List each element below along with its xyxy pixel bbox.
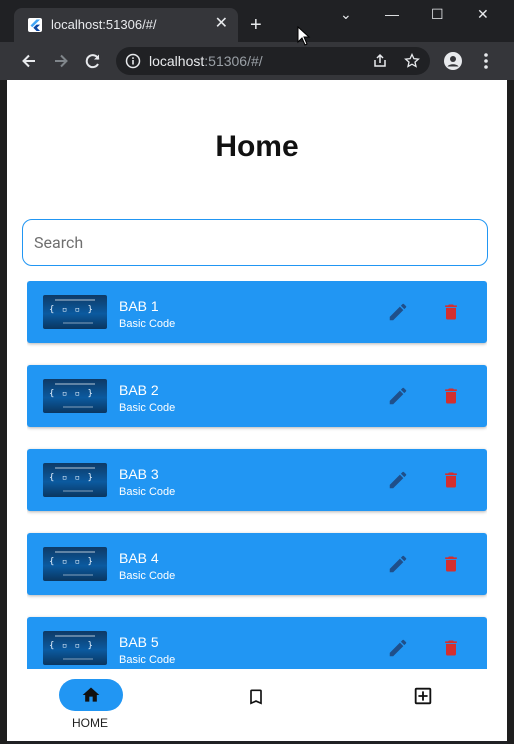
minimize-button[interactable]: — (385, 6, 399, 22)
delete-trash-icon[interactable] (441, 469, 461, 491)
nav-home-indicator (59, 679, 123, 711)
nav-home[interactable]: HOME (7, 669, 173, 741)
item-title: BAB 1 (119, 298, 159, 314)
code-thumbnail: { ▫ ▫ } (43, 631, 107, 665)
add-box-icon (414, 687, 432, 705)
delete-trash-icon[interactable] (441, 553, 461, 575)
maximize-button[interactable]: ☐ (431, 6, 444, 23)
item-title: BAB 3 (119, 466, 159, 482)
back-arrow-icon[interactable] (19, 51, 39, 71)
nav-bookmarks[interactable] (173, 669, 339, 741)
background-editor-right (507, 80, 514, 744)
forward-arrow-icon[interactable] (51, 51, 71, 71)
url-host: localhost (149, 53, 205, 69)
new-tab-button[interactable]: + (250, 15, 262, 35)
item-title: BAB 4 (119, 550, 159, 566)
mouse-cursor-icon (297, 26, 311, 46)
close-window-button[interactable]: ✕ (477, 6, 489, 23)
background-editor-left (0, 80, 7, 744)
item-subtitle: Basic Code (119, 570, 176, 582)
delete-trash-icon[interactable] (441, 637, 461, 659)
url-path: :51306/#/ (204, 53, 263, 69)
item-subtitle: Basic Code (119, 486, 176, 498)
nav-add[interactable] (339, 669, 505, 741)
search-input[interactable] (22, 219, 488, 266)
reload-icon[interactable] (83, 51, 103, 71)
item-subtitle: Basic Code (119, 402, 176, 414)
title-bar: localhost:51306/#/ ✕ + ⌄ — ☐ ✕ (0, 0, 514, 42)
browser-menu-icon[interactable] (476, 51, 496, 71)
tab-close-icon[interactable]: ✕ (215, 15, 228, 33)
edit-pencil-icon[interactable] (387, 469, 409, 491)
bookmark-star-icon[interactable] (404, 53, 420, 69)
site-info-icon[interactable] (125, 53, 141, 69)
share-icon[interactable] (372, 53, 388, 69)
edit-pencil-icon[interactable] (387, 385, 409, 407)
item-title: BAB 2 (119, 382, 159, 398)
delete-trash-icon[interactable] (441, 385, 461, 407)
edit-pencil-icon[interactable] (387, 301, 409, 323)
bottom-navigation-bar: HOME (7, 669, 507, 741)
delete-trash-icon[interactable] (441, 301, 461, 323)
browser-toolbar: localhost:51306/#/ (0, 42, 514, 80)
code-thumbnail: { ▫ ▫ } (43, 547, 107, 581)
tab-title: localhost:51306/#/ (51, 17, 157, 32)
address-bar[interactable]: localhost:51306/#/ (116, 47, 430, 75)
item-subtitle: Basic Code (119, 654, 176, 666)
edit-pencil-icon[interactable] (387, 637, 409, 659)
list-item[interactable]: { ▫ ▫ } BAB 3 Basic Code (27, 449, 487, 511)
edit-pencil-icon[interactable] (387, 553, 409, 575)
nav-home-label: HOME (72, 716, 108, 730)
profile-avatar-icon[interactable] (443, 51, 463, 71)
item-subtitle: Basic Code (119, 318, 176, 330)
bookmark-icon (250, 689, 262, 705)
chapter-list: { ▫ ▫ } BAB 1 Basic Code { ▫ ▫ } BAB 2 B… (27, 281, 487, 669)
item-title: BAB 5 (119, 634, 159, 650)
code-thumbnail: { ▫ ▫ } (43, 463, 107, 497)
app-viewport: Home { ▫ ▫ } BAB 1 Basic Code { ▫ ▫ } BA… (7, 80, 507, 741)
home-icon (82, 687, 100, 702)
list-item[interactable]: { ▫ ▫ } BAB 5 Basic Code (27, 617, 487, 669)
code-thumbnail: { ▫ ▫ } (43, 379, 107, 413)
tab-search-icon[interactable]: ⌄ (340, 6, 352, 23)
flutter-favicon-icon (28, 18, 42, 32)
list-item[interactable]: { ▫ ▫ } BAB 1 Basic Code (27, 281, 487, 343)
list-item[interactable]: { ▫ ▫ } BAB 2 Basic Code (27, 365, 487, 427)
page-title: Home (215, 130, 299, 163)
list-item[interactable]: { ▫ ▫ } BAB 4 Basic Code (27, 533, 487, 595)
browser-tab[interactable]: localhost:51306/#/ ✕ (14, 8, 238, 42)
code-thumbnail: { ▫ ▫ } (43, 295, 107, 329)
url-text: localhost:51306/#/ (149, 53, 263, 69)
